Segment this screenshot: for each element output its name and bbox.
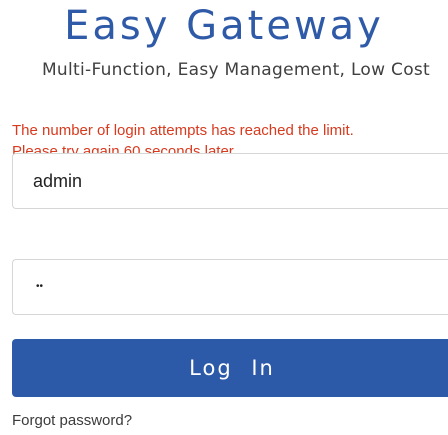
brand-title: Easy Gateway — [64, 3, 384, 49]
brand-subtitle: Multi-Function, Easy Management, Low Cos… — [41, 60, 431, 80]
forgot-password-link[interactable]: Forgot password? — [12, 412, 132, 430]
username-field[interactable]: admin — [12, 153, 448, 209]
username-value: admin — [33, 171, 83, 191]
password-mask: •• — [36, 281, 44, 292]
password-field[interactable]: •• — [12, 259, 448, 315]
error-line-1: The number of login attempts has reached… — [12, 122, 354, 139]
login-button[interactable]: Log In — [12, 339, 448, 397]
